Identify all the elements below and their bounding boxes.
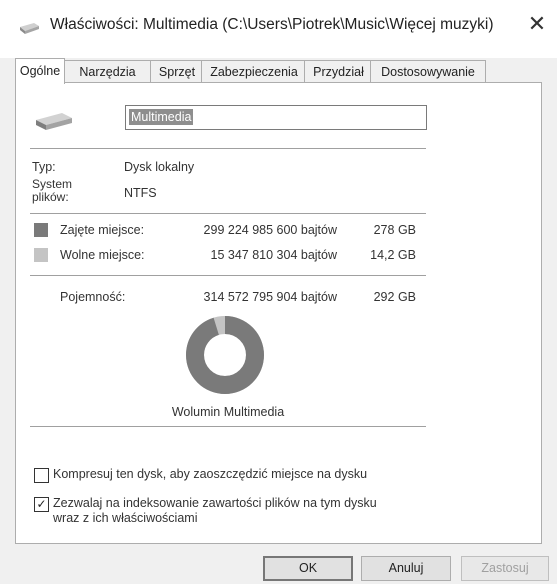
- index-checkbox[interactable]: ✓: [34, 497, 49, 512]
- drive-icon: [36, 113, 72, 130]
- separator: [30, 148, 426, 149]
- tab-tools[interactable]: Narzędzia: [62, 60, 153, 83]
- close-icon: ✕: [527, 11, 547, 36]
- capacity-size: 292 GB: [373, 290, 416, 304]
- window-title: Właściwości: Multimedia (C:\Users\Piotre…: [50, 16, 494, 33]
- ok-button[interactable]: OK: [263, 556, 353, 581]
- tab-quota[interactable]: Przydział: [304, 60, 373, 83]
- tab-customize[interactable]: Dostosowywanie: [370, 60, 486, 83]
- tab-security[interactable]: Zabezpieczenia: [201, 60, 307, 83]
- capacity-bytes: 314 572 795 904 bajtów: [203, 290, 337, 304]
- apply-button[interactable]: Zastosuj: [461, 556, 549, 581]
- separator: [30, 213, 426, 214]
- type-label: Typ:: [32, 160, 56, 174]
- free-space-bytes: 15 347 810 304 bajtów: [210, 248, 338, 262]
- tab-general[interactable]: Ogólne: [15, 58, 65, 84]
- drive-icon: [20, 23, 39, 34]
- free-space-size: 14,2 GB: [370, 248, 416, 262]
- tab-hardware[interactable]: Sprzęt: [150, 60, 204, 83]
- separator: [30, 426, 426, 427]
- volume-name-input[interactable]: Multimedia: [125, 105, 427, 130]
- volume-name-value: Multimedia: [129, 109, 194, 125]
- free-space-swatch: [34, 248, 48, 262]
- usage-donut-chart: [186, 316, 264, 394]
- cancel-button[interactable]: Anuluj: [361, 556, 451, 581]
- title-bar: Właściwości: Multimedia (C:\Users\Piotre…: [0, 0, 557, 58]
- type-value: Dysk lokalny: [124, 160, 195, 174]
- filesystem-value: NTFS: [124, 186, 157, 200]
- compress-label: Kompresuj ten dysk, aby zaoszczędzić mie…: [53, 467, 368, 481]
- used-space-swatch: [34, 223, 48, 237]
- used-space-arc: [186, 316, 264, 394]
- close-button[interactable]: ✕: [525, 12, 549, 36]
- used-space-bytes: 299 224 985 600 bajtów: [203, 223, 337, 237]
- compress-checkbox[interactable]: [34, 468, 49, 483]
- used-space-label: Zajęte miejsce:: [60, 223, 145, 237]
- capacity-label: Pojemność:: [60, 290, 126, 304]
- used-space-size: 278 GB: [373, 223, 416, 237]
- index-label-line1: Zezwalaj na indeksowanie zawartości plik…: [53, 496, 377, 510]
- checkmark-icon: ✓: [36, 497, 47, 511]
- separator: [30, 275, 426, 276]
- volume-caption: Wolumin Multimedia: [171, 405, 285, 419]
- free-space-label: Wolne miejsce:: [60, 248, 145, 262]
- index-label-line2: wraz z ich właściwościami: [53, 511, 198, 525]
- filesystem-label-line2: plików:: [32, 190, 69, 204]
